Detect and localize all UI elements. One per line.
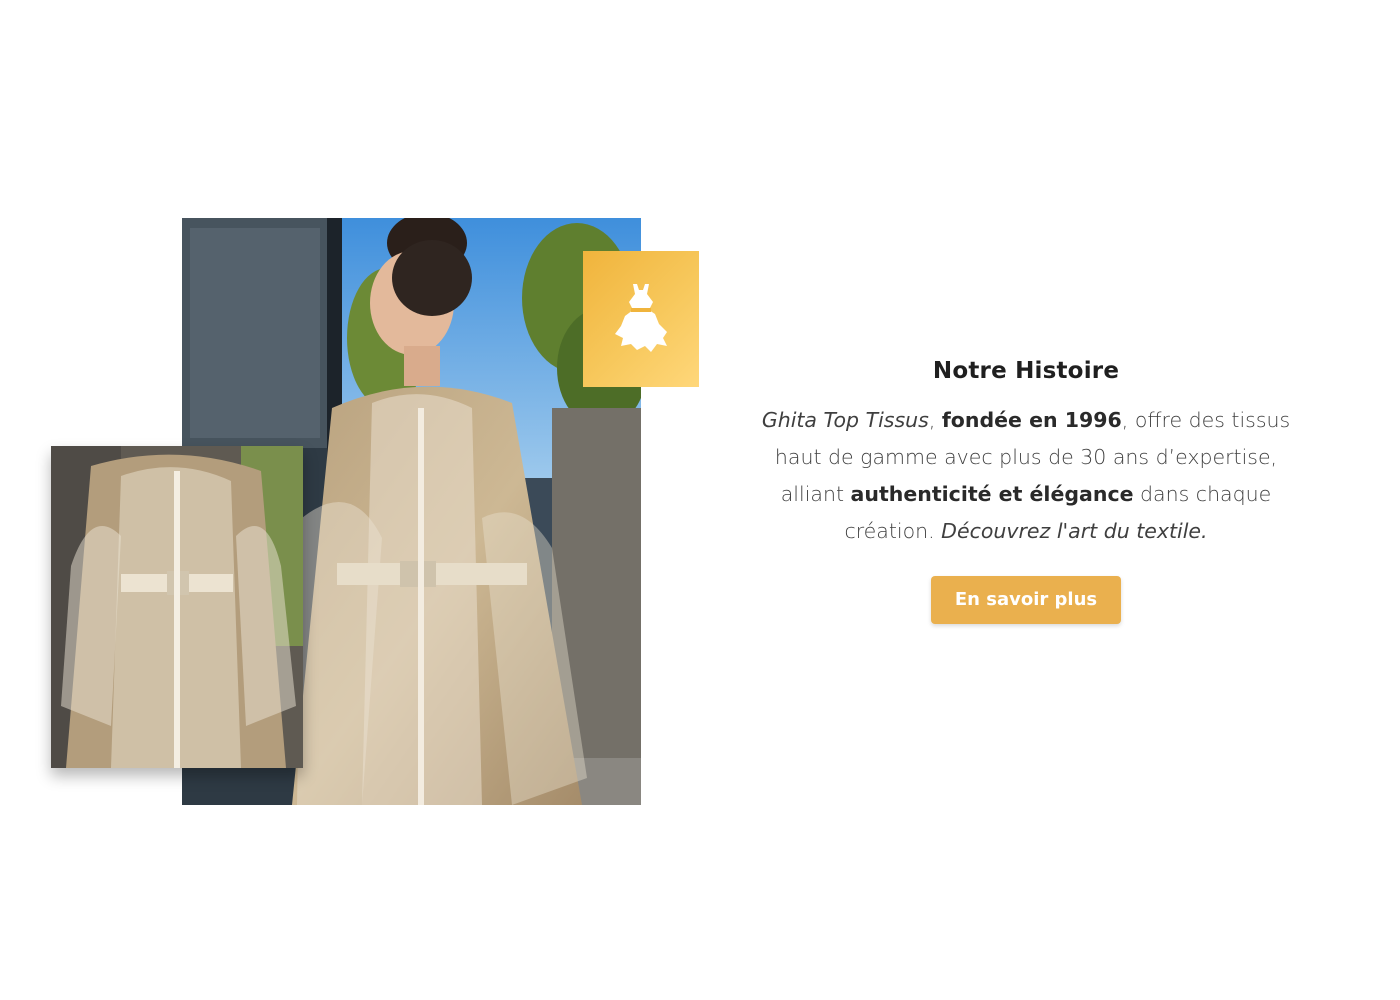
dress-icon xyxy=(615,284,667,352)
tagline: Découvrez l'art du textile. xyxy=(941,519,1208,543)
learn-more-button[interactable]: En savoir plus xyxy=(930,576,1122,624)
dress-badge xyxy=(583,251,699,387)
founded-highlight: fondée en 1996 xyxy=(941,408,1122,432)
story-section: Notre Histoire Ghita Top Tissus, fondée … xyxy=(0,0,1400,1000)
brand-name: Ghita Top Tissus xyxy=(761,408,929,432)
values-highlight: authenticité et élégance xyxy=(850,482,1134,506)
section-title: Notre Histoire xyxy=(932,358,1120,384)
detail-caftan-photo xyxy=(51,446,303,768)
text-separator: , xyxy=(928,408,942,432)
story-content: Notre Histoire Ghita Top Tissus, fondée … xyxy=(760,358,1292,624)
story-paragraph: Ghita Top Tissus, fondée en 1996, offre … xyxy=(760,402,1292,550)
